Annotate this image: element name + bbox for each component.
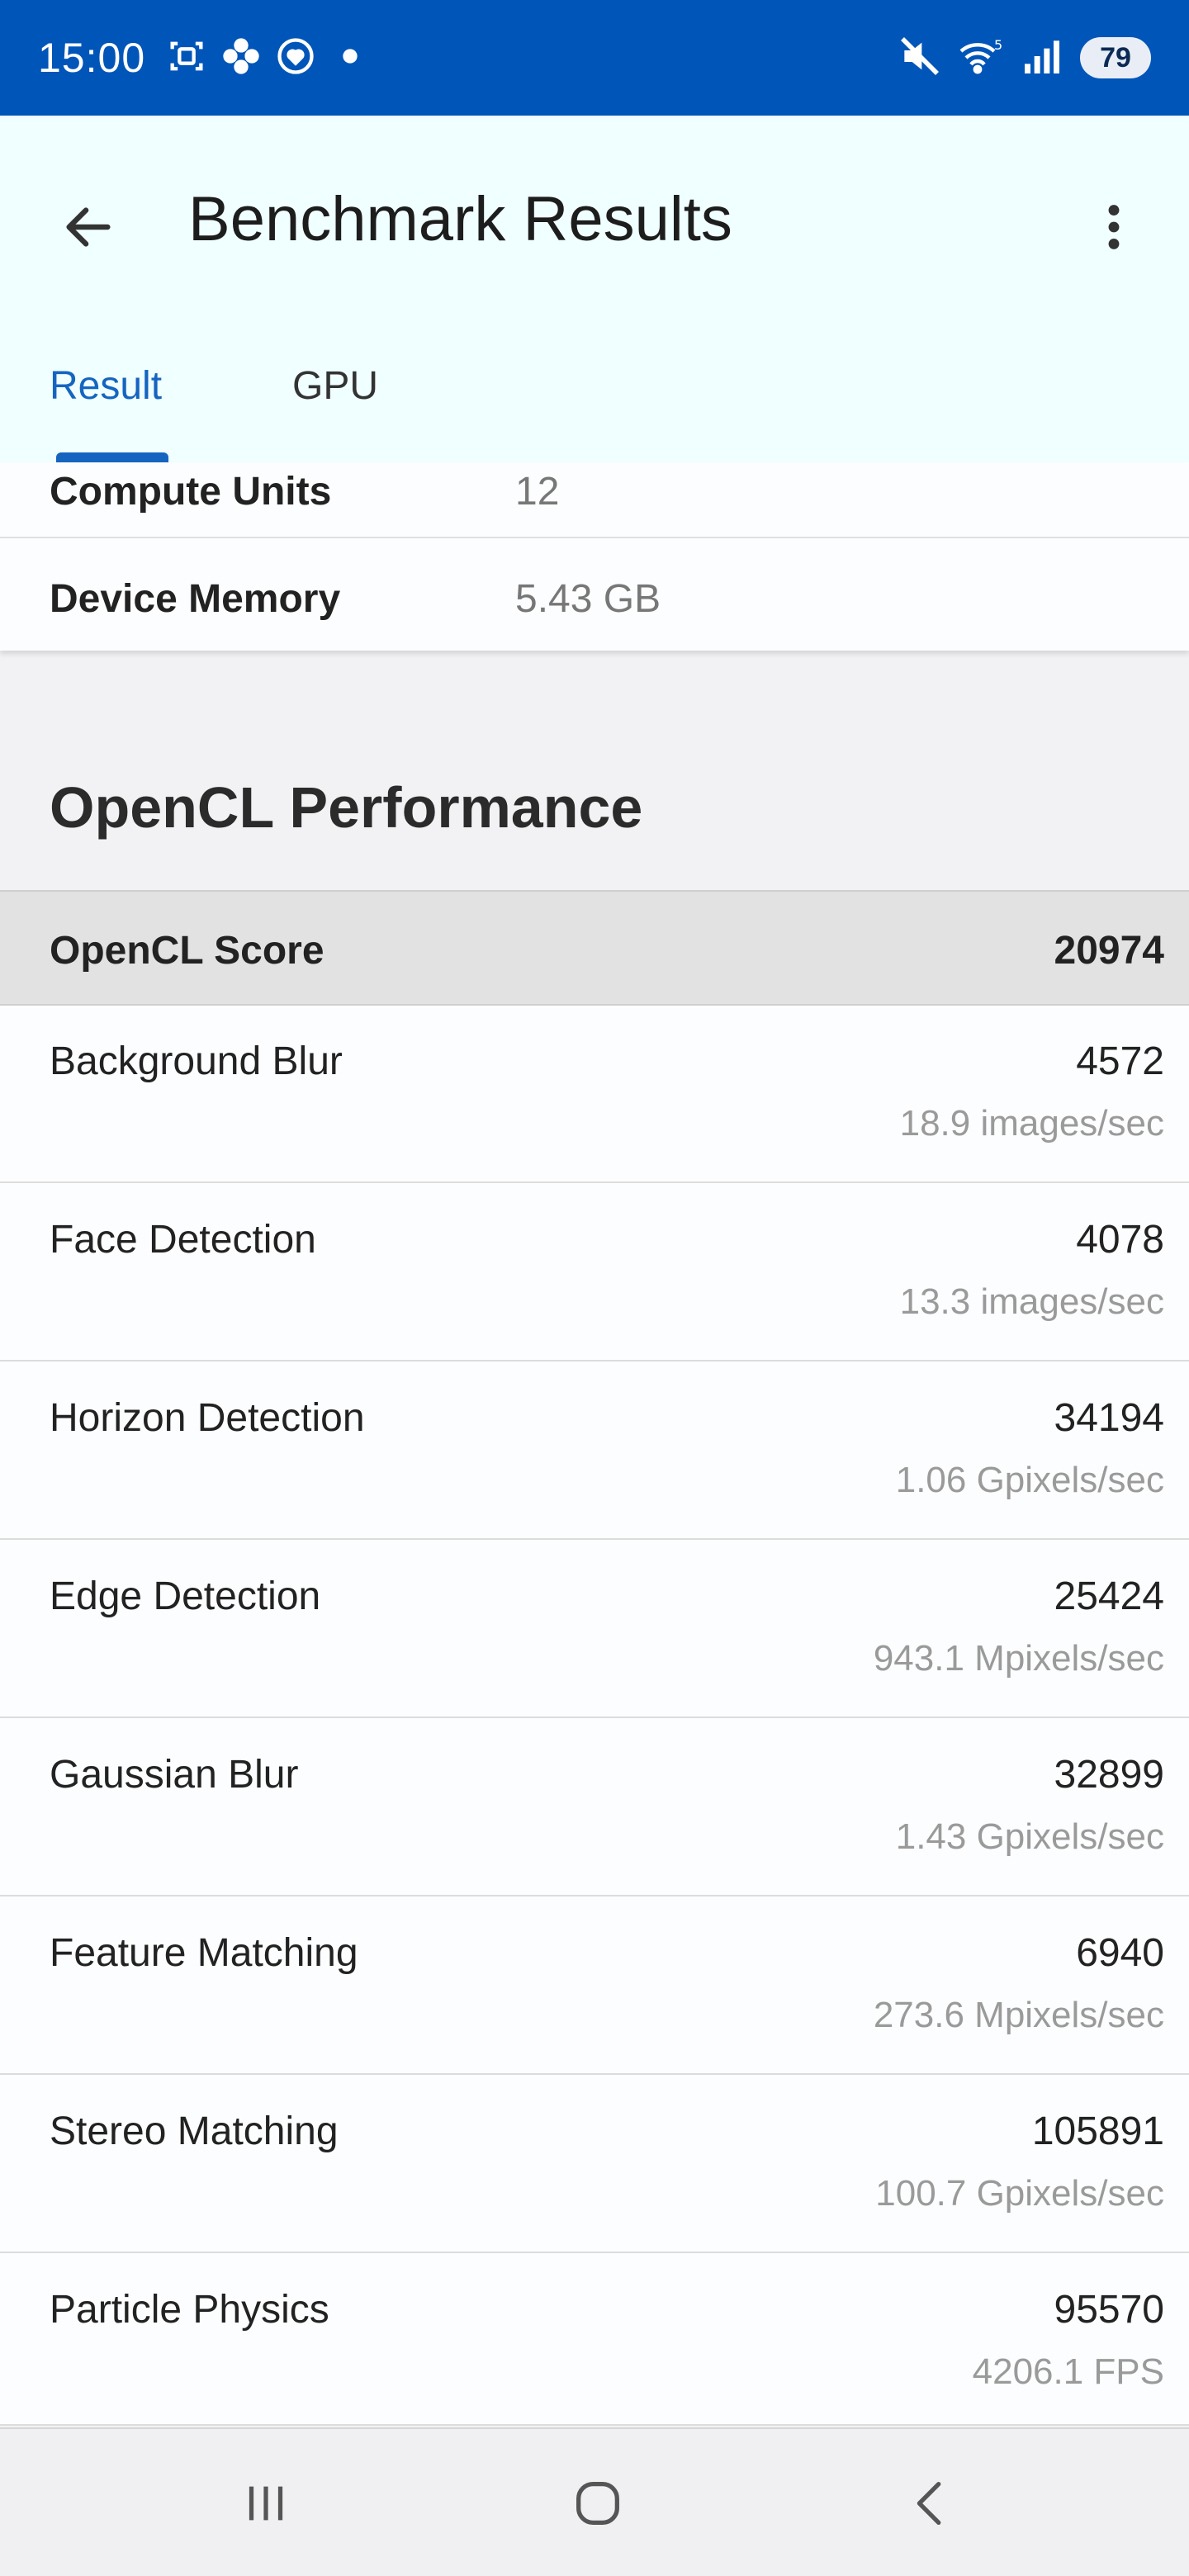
dot-icon	[329, 35, 372, 82]
list-item: Horizon Detection 34194 1.06 Gpixels/sec	[0, 1362, 1189, 1540]
result-score: 32899	[1054, 1753, 1164, 1797]
info-row-compute-units: Compute Units 12	[0, 462, 1189, 538]
result-score: 34194	[1054, 1396, 1164, 1440]
score-value: 20974	[1054, 929, 1164, 973]
result-score: 95570	[1054, 2288, 1164, 2332]
score-label: OpenCL Score	[50, 929, 324, 973]
result-name: Feature Matching	[50, 1931, 358, 1975]
screenshot-icon	[165, 35, 208, 82]
status-bar: 15:00 5 79	[0, 0, 1189, 116]
status-left-icons	[165, 35, 372, 82]
result-rate: 943.1 Mpixels/sec	[873, 1638, 1164, 1679]
info-key: Compute Units	[50, 470, 332, 514]
result-rate: 4206.1 FPS	[972, 2351, 1164, 2392]
result-rate: 1.43 Gpixels/sec	[895, 1816, 1164, 1857]
result-name: Stereo Matching	[50, 2110, 339, 2153]
result-name: Background Blur	[50, 1039, 343, 1083]
opencl-score-row: OpenCL Score 20974	[0, 890, 1189, 1006]
more-options-button[interactable]	[1068, 182, 1159, 272]
result-name: Gaussian Blur	[50, 1753, 299, 1797]
result-score: 105891	[1031, 2110, 1164, 2153]
list-item: Face Detection 4078 13.3 images/sec	[0, 1184, 1189, 1361]
system-nav-bar	[0, 2427, 1189, 2576]
recents-icon	[249, 2486, 283, 2521]
result-rate: 100.7 Gpixels/sec	[875, 2173, 1164, 2214]
battery-indicator: 79	[1080, 37, 1151, 78]
list-item: Gaussian Blur 32899 1.43 Gpixels/sec	[0, 1719, 1189, 1896]
heart-circle-icon	[274, 35, 317, 82]
result-score: 25424	[1054, 1574, 1164, 1618]
section-title: OpenCL Performance	[50, 775, 643, 840]
flower-icon	[220, 35, 263, 82]
results-list: Background Blur 4572 18.9 images/sec Fac…	[0, 1006, 1189, 2426]
wifi-icon: 5	[958, 33, 1004, 83]
result-rate: 13.3 images/sec	[899, 1281, 1164, 1322]
wifi-badge: 5	[994, 37, 1002, 53]
info-row-device-memory: Device Memory 5.43 GB	[0, 540, 1189, 651]
recents-button[interactable]	[216, 2462, 315, 2545]
arrow-left-icon	[66, 207, 111, 247]
info-key: Device Memory	[50, 577, 341, 621]
result-rate: 18.9 images/sec	[899, 1103, 1164, 1144]
result-name: Face Detection	[50, 1218, 316, 1262]
home-button[interactable]	[548, 2462, 647, 2545]
list-item: Feature Matching 6940 273.6 Mpixels/sec	[0, 1897, 1189, 2075]
result-score: 4078	[1076, 1218, 1164, 1262]
signal-icon	[1019, 33, 1065, 83]
more-vertical-icon	[1108, 205, 1120, 249]
result-rate: 273.6 Mpixels/sec	[873, 1995, 1164, 2035]
list-item: Background Blur 4572 18.9 images/sec	[0, 1006, 1189, 1183]
device-info-card: Compute Units 12 Device Memory 5.43 GB	[0, 462, 1189, 651]
status-right-icons: 5 79	[897, 33, 1151, 83]
tab-gpu[interactable]: GPU	[292, 355, 424, 479]
info-value: 5.43 GB	[515, 577, 661, 621]
tab-result-label: Result	[50, 364, 163, 408]
back-nav-button[interactable]	[882, 2462, 981, 2545]
result-score: 4572	[1076, 1039, 1164, 1083]
info-value: 12	[515, 470, 560, 514]
result-name: Edge Detection	[50, 1574, 321, 1618]
result-name: Particle Physics	[50, 2288, 329, 2332]
tab-gpu-label: GPU	[292, 364, 379, 408]
tab-indicator	[56, 452, 168, 462]
back-button[interactable]	[43, 182, 134, 272]
back-icon	[917, 2482, 941, 2525]
list-item: Stereo Matching 105891 100.7 Gpixels/sec	[0, 2076, 1189, 2253]
result-score: 6940	[1076, 1931, 1164, 1975]
list-item: Edge Detection 25424 943.1 Mpixels/sec	[0, 1541, 1189, 1718]
result-name: Horizon Detection	[50, 1396, 365, 1440]
result-rate: 1.06 Gpixels/sec	[895, 1460, 1164, 1500]
list-item: Particle Physics 95570 4206.1 FPS	[0, 2254, 1189, 2426]
page-title: Benchmark Results	[188, 184, 732, 254]
mute-icon	[897, 33, 943, 83]
home-icon	[576, 2482, 619, 2525]
status-time: 15:00	[38, 35, 146, 81]
